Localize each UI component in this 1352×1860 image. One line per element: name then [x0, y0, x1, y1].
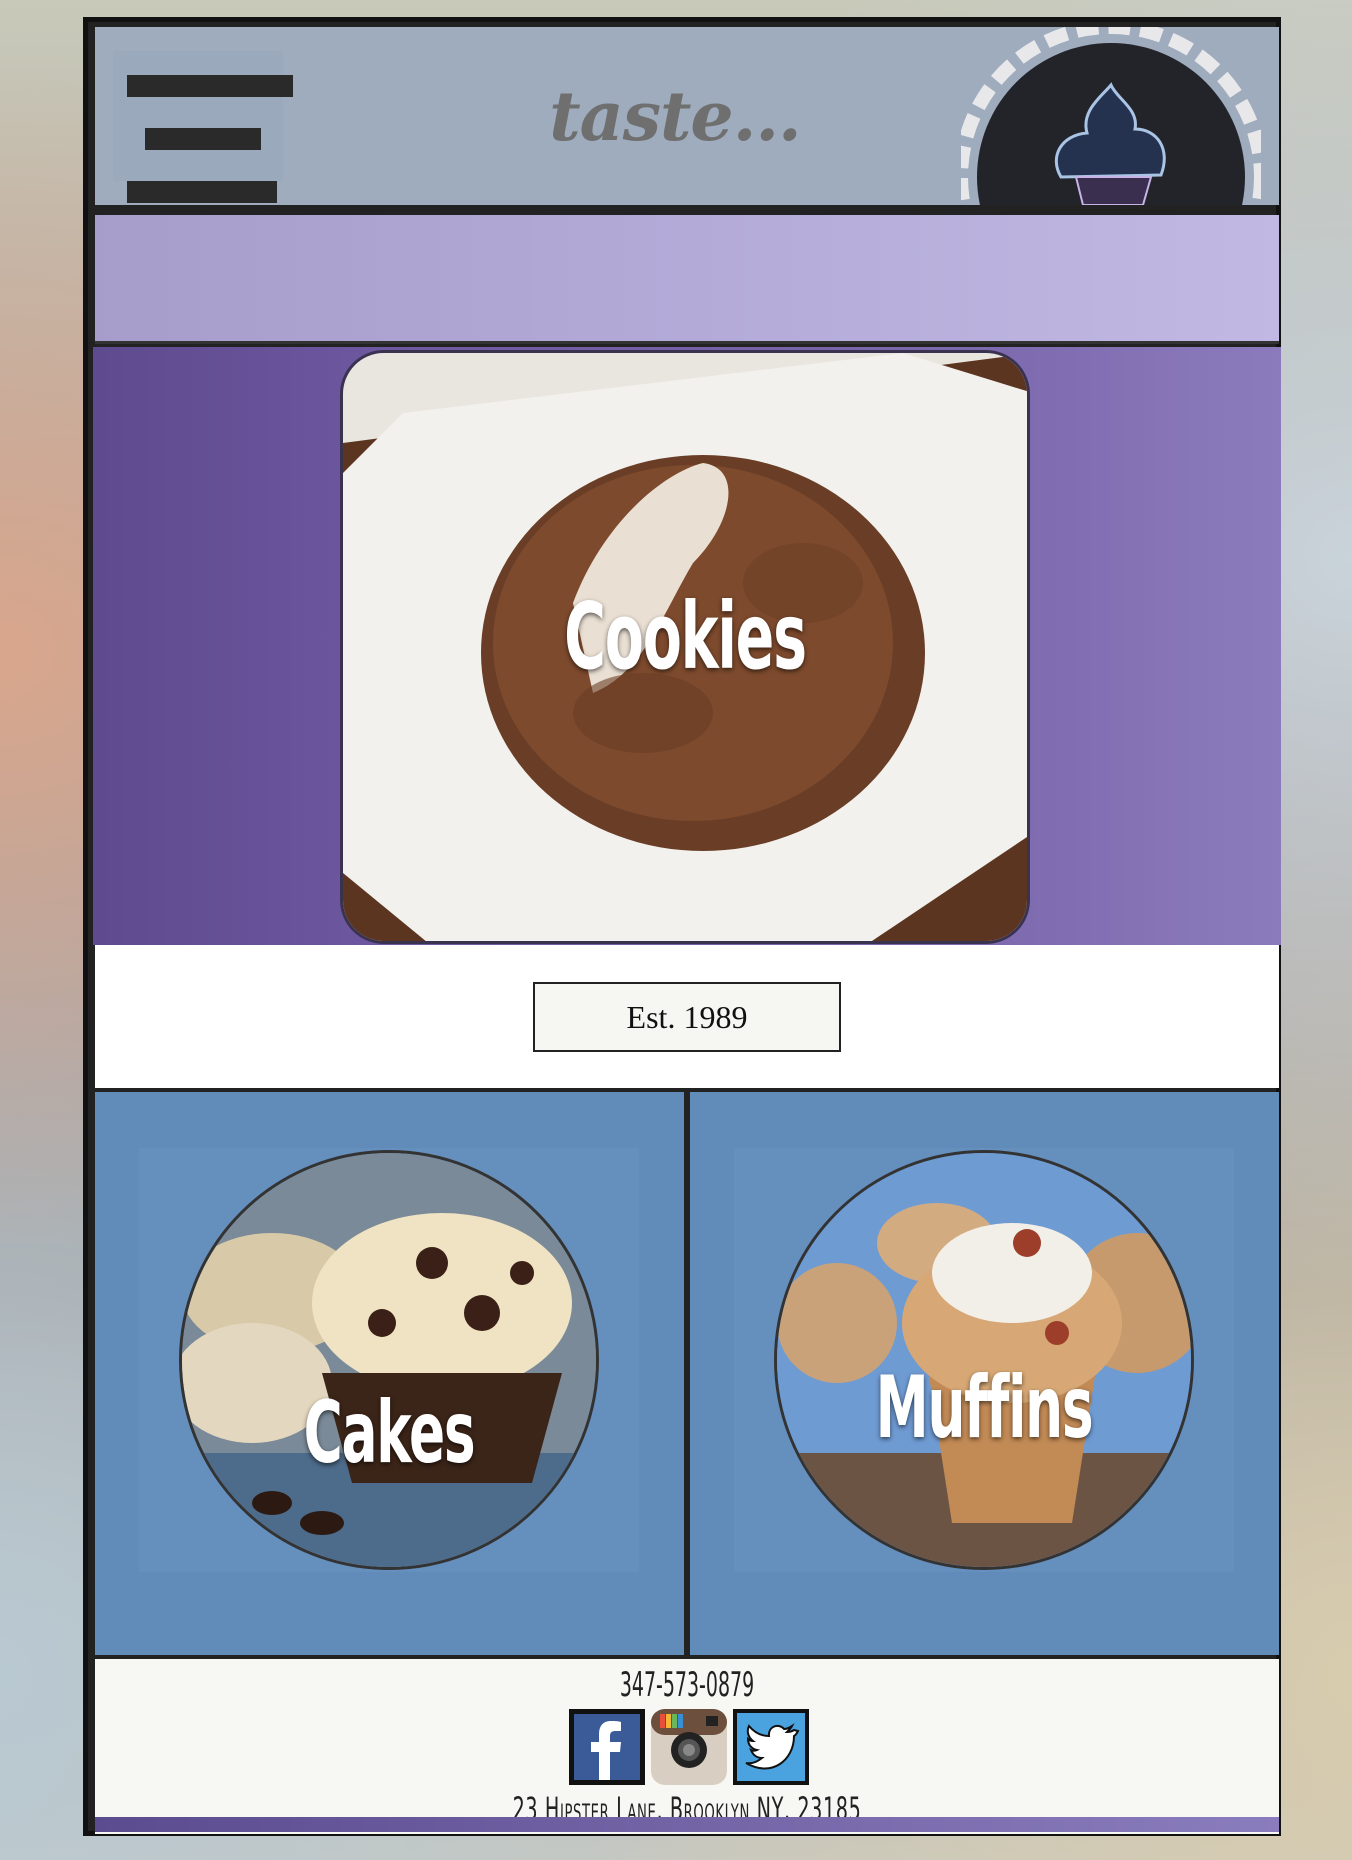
muffins-tile: Muffins: [690, 1092, 1279, 1655]
cupcake-icon[interactable]: [961, 27, 1261, 205]
established-band: Est. 1989: [95, 945, 1279, 1088]
muffins-card[interactable]: Muffins: [774, 1150, 1194, 1570]
cakes-image: [182, 1153, 596, 1567]
site-header: taste...: [95, 27, 1279, 205]
phone-number[interactable]: 347-573-0879: [320, 1665, 1054, 1705]
cookies-card[interactable]: Cookies: [340, 350, 1030, 944]
cakes-tile: Cakes: [95, 1092, 684, 1655]
site-footer: 347-573-0879 23 Hipster Lane, Brooklyn N…: [95, 1659, 1279, 1834]
muffins-tile-inner: Muffins: [734, 1148, 1234, 1572]
bottom-strip: [95, 1817, 1279, 1832]
social-links: [568, 1708, 810, 1786]
instagram-icon[interactable]: [650, 1708, 728, 1786]
cookies-label: Cookies: [564, 583, 807, 690]
cakes-tile-inner: Cakes: [139, 1148, 639, 1572]
muffins-label: Muffins: [875, 1358, 1094, 1458]
promo-banner: [95, 215, 1279, 344]
hero-section: Cookies: [93, 347, 1281, 945]
page-frame: taste... Cookies Est. 1989 Cakes Muffins…: [83, 17, 1281, 1836]
cakes-card[interactable]: Cakes: [179, 1150, 599, 1570]
cakes-label: Cakes: [303, 1383, 476, 1483]
menu-bar: [127, 181, 277, 203]
site-logo-text[interactable]: taste...: [395, 57, 955, 177]
hamburger-menu-icon[interactable]: [113, 51, 293, 203]
category-tiles: Cakes Muffins: [95, 1092, 1279, 1655]
menu-bar: [145, 128, 261, 150]
facebook-icon[interactable]: [568, 1708, 646, 1786]
established-badge: Est. 1989: [533, 982, 841, 1052]
menu-bar: [127, 75, 293, 97]
twitter-icon[interactable]: [732, 1708, 810, 1786]
